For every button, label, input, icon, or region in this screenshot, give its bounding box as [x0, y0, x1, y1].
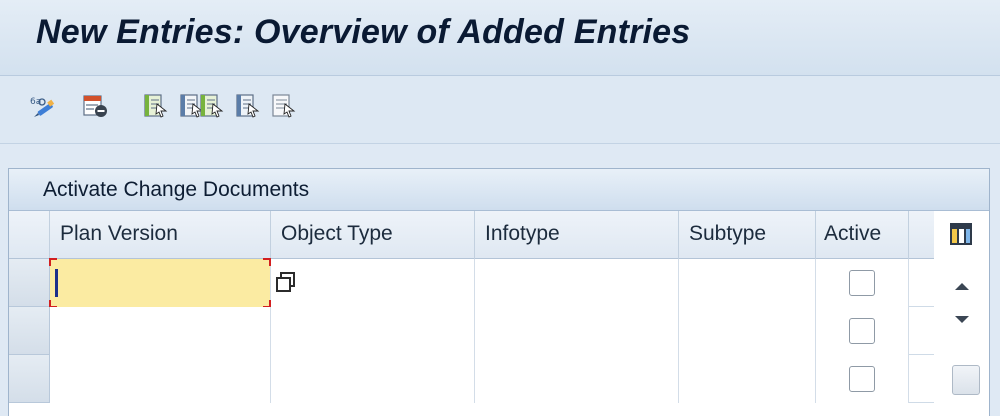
- column-header-object-type[interactable]: Object Type: [271, 211, 475, 259]
- page-title: New Entries: Overview of Added Entries: [36, 13, 691, 51]
- column-header-infotype[interactable]: Infotype: [475, 211, 679, 259]
- object-type-cell[interactable]: [271, 307, 475, 355]
- table-row: [9, 307, 934, 355]
- select-block-icon: [236, 94, 260, 118]
- delete-row-button[interactable]: [80, 90, 110, 122]
- display-change-button[interactable]: 6a: [28, 90, 58, 122]
- table-side-controls: [934, 211, 989, 416]
- active-cell: [816, 307, 909, 355]
- table-settings-icon[interactable]: [948, 221, 974, 247]
- plan-version-cell[interactable]: [50, 355, 271, 403]
- plan-version-cell[interactable]: [50, 307, 271, 355]
- active-cell: [816, 355, 909, 403]
- active-checkbox[interactable]: [849, 366, 875, 392]
- plan-version-cell[interactable]: [49, 258, 271, 308]
- select-blue-button[interactable]: [232, 90, 262, 122]
- infotype-cell[interactable]: [475, 259, 679, 307]
- active-checkbox[interactable]: [849, 270, 875, 296]
- scroll-down-button[interactable]: [948, 305, 976, 335]
- active-checkbox[interactable]: [849, 318, 875, 344]
- row-selector[interactable]: [9, 355, 50, 403]
- select-gray-button[interactable]: [268, 90, 298, 122]
- deselect-all-icon: [200, 94, 224, 118]
- display-change-icon: 6a: [30, 97, 55, 117]
- select-all-button[interactable]: [140, 90, 170, 122]
- focus-corner: [263, 258, 271, 266]
- object-type-cell[interactable]: [271, 355, 475, 403]
- plan-version-input[interactable]: [50, 259, 270, 307]
- column-header-active[interactable]: Active: [816, 211, 909, 259]
- entries-table: Activate Change Documents Plan Version O…: [8, 168, 990, 416]
- scroll-up-icon: [955, 283, 969, 290]
- row-selector[interactable]: [9, 307, 50, 355]
- active-cell: [816, 259, 909, 307]
- table-row: [9, 355, 934, 403]
- delete-row-icon: [83, 95, 107, 117]
- column-header-plan-version[interactable]: Plan Version: [50, 211, 271, 259]
- infotype-cell[interactable]: [475, 355, 679, 403]
- table-title: Activate Change Documents: [9, 169, 989, 211]
- title-bar: New Entries: Overview of Added Entries: [0, 0, 1000, 76]
- value-help-icon[interactable]: [275, 271, 297, 293]
- select-green-button[interactable]: [196, 90, 226, 122]
- scroll-up-button[interactable]: [948, 271, 976, 301]
- focus-corner: [49, 258, 57, 266]
- text-cursor: [55, 269, 58, 297]
- scrollbar-thumb[interactable]: [952, 365, 980, 395]
- object-type-cell[interactable]: [271, 259, 475, 307]
- select-all-icon: [144, 94, 168, 118]
- table-row: [9, 258, 934, 308]
- select-icon: [272, 94, 296, 118]
- scroll-down-icon: [955, 316, 969, 323]
- subtype-cell[interactable]: [679, 259, 816, 307]
- row-selector[interactable]: [9, 259, 50, 307]
- table-header-row: Plan Version Object Type Infotype Subtyp…: [9, 211, 989, 259]
- infotype-cell[interactable]: [475, 307, 679, 355]
- subtype-cell[interactable]: [679, 355, 816, 403]
- table-area: Activate Change Documents Plan Version O…: [0, 158, 1000, 416]
- column-header-subtype[interactable]: Subtype: [679, 211, 816, 259]
- select-all-rows-corner[interactable]: [9, 211, 50, 259]
- subtype-cell[interactable]: [679, 307, 816, 355]
- application-toolbar: 6a: [0, 76, 1000, 144]
